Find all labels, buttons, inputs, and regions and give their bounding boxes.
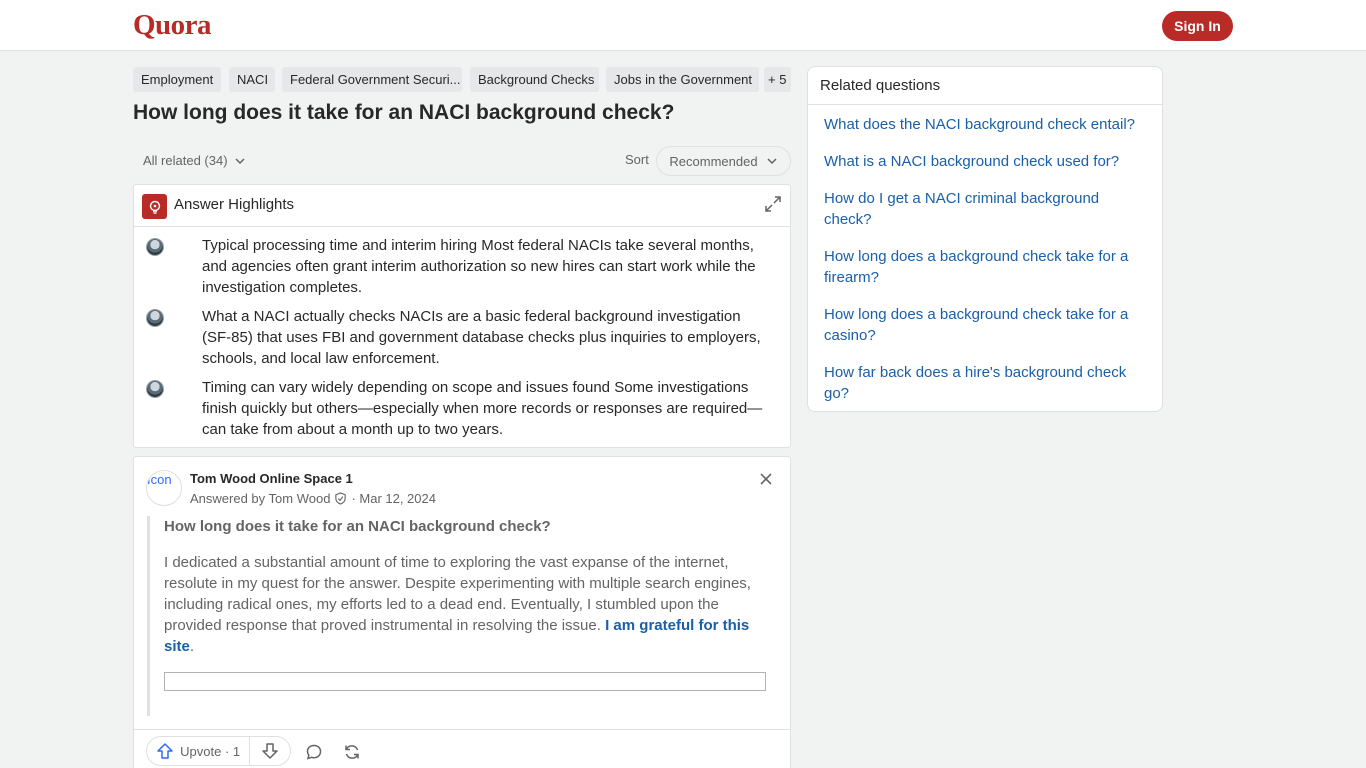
- lightbulb-icon: [142, 194, 167, 219]
- space-avatar[interactable]: Icon: [146, 470, 182, 506]
- topic-chip-naci[interactable]: NACI: [229, 67, 275, 92]
- answer-highlights-header: Answer Highlights: [134, 185, 790, 227]
- sort-label: Sort: [625, 152, 649, 167]
- vote-group: Upvote · 1: [146, 736, 291, 766]
- related-question-link[interactable]: What is a NACI background check used for…: [824, 151, 1144, 172]
- highlight-text: Typical processing time and interim hiri…: [202, 237, 756, 296]
- answered-by[interactable]: Answered by Tom Wood: [190, 491, 330, 506]
- topic-chip-government-jobs[interactable]: Jobs in the Government: [606, 67, 759, 92]
- related-question-link[interactable]: What does the NACI background check enta…: [824, 114, 1144, 135]
- all-related-label: All related (34): [143, 153, 228, 168]
- downvote-button[interactable]: [250, 737, 290, 765]
- related-question-link[interactable]: How long does a background check take fo…: [824, 246, 1144, 288]
- related-question-link[interactable]: How far back does a hire's background ch…: [824, 362, 1144, 404]
- close-icon[interactable]: [758, 471, 774, 487]
- related-question-link[interactable]: How do I get a NACI criminal background …: [824, 188, 1144, 230]
- answer-highlights-title: Answer Highlights: [174, 196, 295, 213]
- answer-card: Icon Tom Wood Online Space 1 Answered by…: [133, 456, 791, 768]
- topic-chip-federal-security[interactable]: Federal Government Securi...: [282, 67, 462, 92]
- space-name[interactable]: Tom Wood Online Space 1: [190, 471, 353, 486]
- answer-date[interactable]: · Mar 12, 2024: [351, 491, 436, 506]
- highlight-text: What a NACI actually checks NACIs are a …: [202, 308, 761, 367]
- topic-chip-employment[interactable]: Employment: [133, 67, 221, 92]
- comment-icon[interactable]: [305, 743, 323, 761]
- upvote-arrow-icon: [157, 743, 173, 759]
- more-topics-chip[interactable]: + 5: [764, 67, 791, 92]
- quoted-answer: How long does it take for an NACI backgr…: [147, 516, 777, 716]
- author-avatar-icon[interactable]: [146, 238, 164, 256]
- broken-image: [164, 672, 766, 691]
- answer-meta: Answered by Tom Wood · Mar 12, 2024: [190, 491, 436, 506]
- author-avatar-icon[interactable]: [146, 380, 164, 398]
- chevron-down-icon: [767, 158, 777, 165]
- related-questions-title: Related questions: [820, 77, 941, 94]
- all-related-dropdown[interactable]: All related (34): [143, 153, 246, 168]
- answer-actions: Upvote · 1: [134, 729, 790, 768]
- share-refresh-icon[interactable]: [343, 743, 361, 761]
- related-questions-card: Related questions What does the NACI bac…: [807, 66, 1163, 412]
- upvote-label: Upvote · 1: [180, 743, 241, 759]
- answer-body-period: .: [189, 638, 195, 655]
- chevron-down-icon: [235, 157, 245, 164]
- question-title: How long does it take for an NACI backgr…: [133, 101, 675, 124]
- sign-in-button[interactable]: Sign In: [1162, 11, 1233, 41]
- expand-icon[interactable]: [764, 195, 782, 213]
- downvote-arrow-icon: [262, 743, 278, 759]
- related-question-link[interactable]: How long does a background check take fo…: [824, 304, 1144, 346]
- quoted-question[interactable]: How long does it take for an NACI backgr…: [164, 518, 551, 535]
- upvote-button[interactable]: Upvote · 1: [147, 737, 251, 765]
- answer-highlights-card: Answer Highlights Typical processing tim…: [133, 184, 791, 448]
- author-avatar-icon[interactable]: [146, 309, 164, 327]
- related-questions-header: Related questions: [808, 67, 1162, 105]
- topic-chip-background-checks[interactable]: Background Checks: [470, 67, 599, 92]
- sort-value: Recommended: [669, 153, 758, 169]
- highlight-text: Timing can vary widely depending on scop…: [202, 379, 763, 438]
- answer-body: I dedicated a substantial amount of time…: [164, 552, 760, 657]
- shield-icon: [335, 492, 347, 505]
- top-bar: Quora Sign In: [0, 0, 1366, 51]
- sort-dropdown[interactable]: Recommended: [656, 146, 791, 176]
- quora-logo[interactable]: Quora: [133, 9, 212, 42]
